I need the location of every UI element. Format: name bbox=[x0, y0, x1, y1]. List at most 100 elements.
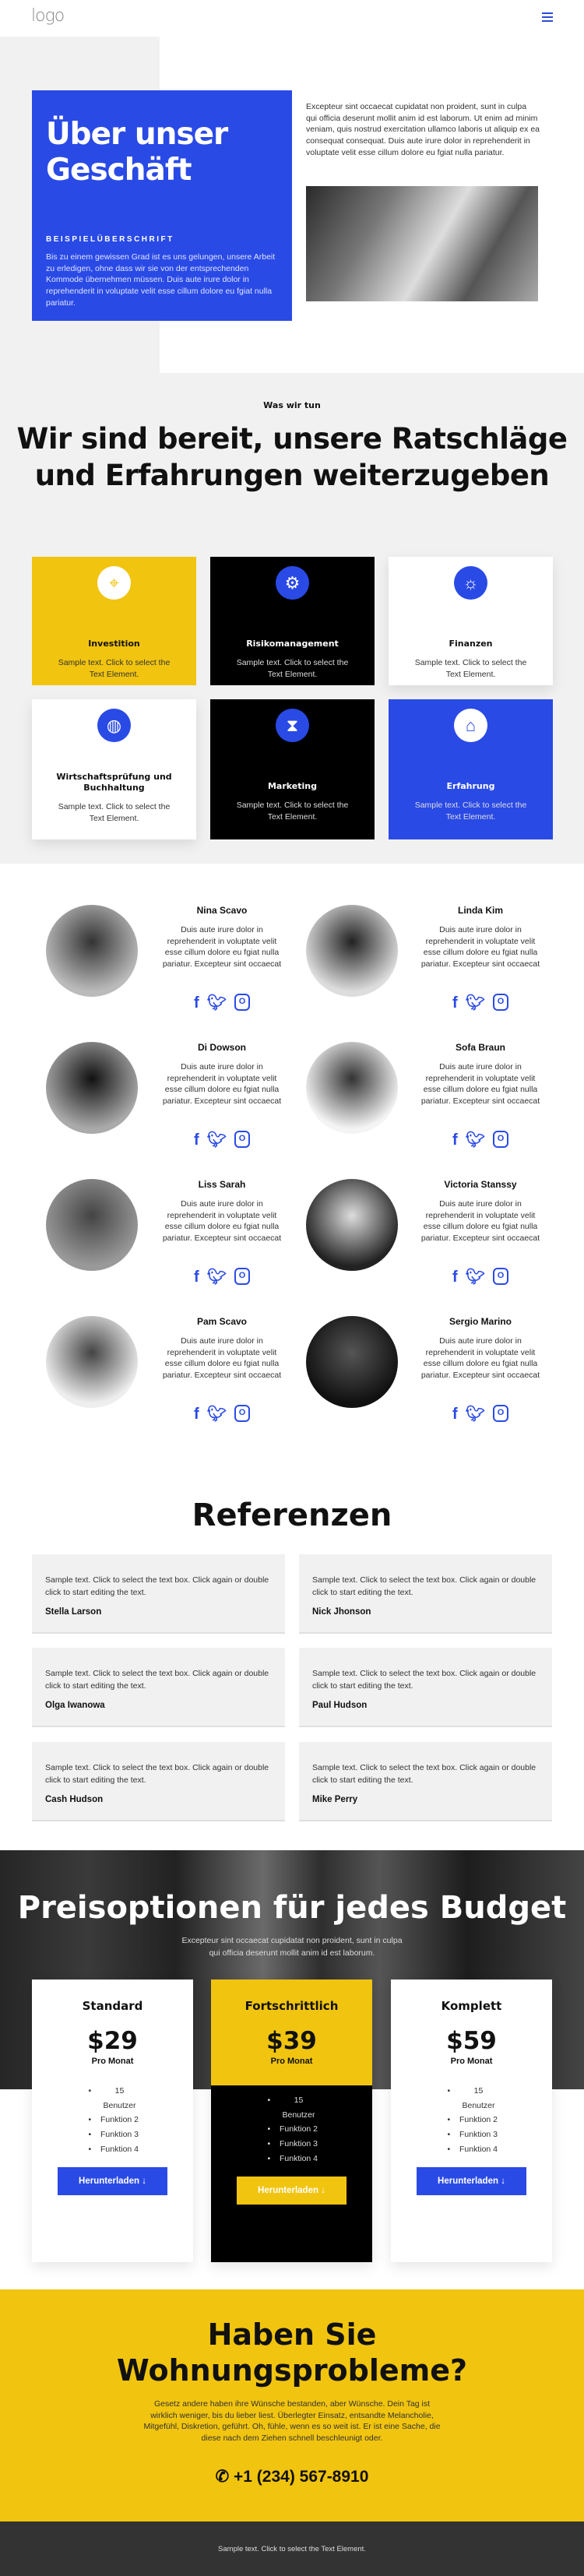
member-photo bbox=[306, 1179, 398, 1271]
testimonial-author: Stella Larson bbox=[45, 1607, 102, 1617]
member-name: Sofa Braun bbox=[455, 1042, 505, 1053]
pricing-subtitle: Excepteur sint occaecat cupidatat non pr… bbox=[181, 1936, 403, 1958]
testimonial-author: Nick Jhonson bbox=[312, 1607, 371, 1617]
phone-icon: ✆ bbox=[215, 2468, 234, 2486]
twitter-icon[interactable]: 🐦︎ bbox=[466, 1268, 485, 1286]
instagram-icon[interactable]: O bbox=[234, 1268, 251, 1285]
lightbulb-icon: ☼ bbox=[454, 566, 487, 600]
plan-feature: 15 Benutzer bbox=[257, 2093, 327, 2122]
hourglass-icon: ⧗ bbox=[276, 709, 309, 742]
about-body: Bis zu einem gewissen Grad ist es uns ge… bbox=[46, 252, 276, 308]
service-card[interactable]: ⌖ Investition Sample text. Click to sele… bbox=[32, 557, 196, 685]
plan-name: Fortschrittlich bbox=[245, 1999, 339, 2013]
plan-price: $59 bbox=[446, 2027, 497, 2055]
member-name: Di Dowson bbox=[198, 1042, 246, 1053]
service-title: Marketing bbox=[267, 781, 317, 791]
facebook-icon[interactable]: f bbox=[452, 1131, 458, 1149]
plan-feature: Funktion 3 bbox=[257, 2137, 327, 2152]
testimonial-card: Sample text. Click to select the text bo… bbox=[299, 1648, 552, 1727]
globe-icon: ◍ bbox=[97, 709, 131, 742]
testimonial-card: Sample text. Click to select the text bo… bbox=[32, 1742, 285, 1821]
member-name: Linda Kim bbox=[457, 905, 503, 916]
service-card[interactable]: ⧗ Marketing Sample text. Click to select… bbox=[210, 699, 375, 839]
testimonial-card: Sample text. Click to select the text bo… bbox=[32, 1554, 285, 1634]
instagram-icon[interactable]: O bbox=[493, 1268, 509, 1285]
service-card[interactable]: ⚙ Risikomanagement Sample text. Click to… bbox=[210, 557, 375, 685]
social-links: f 🐦︎ O bbox=[160, 994, 284, 1012]
plan-name: Standard bbox=[82, 1999, 143, 2013]
member-photo bbox=[46, 1179, 138, 1271]
testimonial-text: Sample text. Click to select the text bo… bbox=[312, 1575, 537, 1597]
plan-feature: Funktion 2 bbox=[78, 2113, 148, 2127]
hamburger-menu-icon[interactable] bbox=[542, 12, 553, 22]
location-pin-icon: ⌖ bbox=[97, 566, 131, 600]
service-text: Sample text. Click to select the Text El… bbox=[58, 658, 171, 679]
member-photo bbox=[46, 1042, 138, 1134]
member-name: Pam Scavo bbox=[196, 1316, 248, 1327]
twitter-icon[interactable]: 🐦︎ bbox=[207, 1131, 227, 1149]
member-bio: Duis aute irure dolor in reprehenderit i… bbox=[420, 1199, 540, 1244]
plan-name: Komplett bbox=[441, 1999, 502, 2013]
member-bio: Duis aute irure dolor in reprehenderit i… bbox=[162, 925, 282, 970]
about-photo bbox=[306, 186, 538, 301]
testimonial-author: Paul Hudson bbox=[312, 1701, 368, 1710]
instagram-icon[interactable]: O bbox=[493, 1131, 509, 1148]
facebook-icon[interactable]: f bbox=[452, 994, 458, 1012]
facebook-icon[interactable]: f bbox=[194, 994, 199, 1012]
member-photo bbox=[46, 1316, 138, 1408]
twitter-icon[interactable]: 🐦︎ bbox=[466, 1405, 485, 1423]
member-bio: Duis aute irure dolor in reprehenderit i… bbox=[420, 925, 540, 970]
twitter-icon[interactable]: 🐦︎ bbox=[207, 1405, 227, 1423]
plan-feature: Funktion 4 bbox=[257, 2152, 327, 2166]
member-name: Victoria Stanssy bbox=[444, 1179, 517, 1190]
service-title: Wirtschaftsprüfung und Buchhaltung bbox=[56, 772, 172, 793]
plan-feature: Funktion 3 bbox=[437, 2127, 507, 2142]
testimonial-card: Sample text. Click to select the text bo… bbox=[299, 1742, 552, 1821]
download-button[interactable]: Herunterladen ↓ bbox=[58, 2166, 167, 2195]
instagram-icon[interactable]: O bbox=[234, 1405, 251, 1422]
testimonial-author: Mike Perry bbox=[312, 1795, 358, 1804]
service-card[interactable]: ☼ Finanzen Sample text. Click to select … bbox=[389, 557, 553, 685]
member-name: Sergio Marino bbox=[449, 1316, 512, 1327]
facebook-icon[interactable]: f bbox=[194, 1268, 199, 1286]
plan-period: Pro Monat bbox=[91, 2057, 134, 2066]
instagram-icon[interactable]: O bbox=[234, 1131, 251, 1148]
plan-features: 15 BenutzerFunktion 2Funktion 3Funktion … bbox=[437, 2084, 507, 2157]
facebook-icon[interactable]: f bbox=[194, 1131, 199, 1149]
facebook-icon[interactable]: f bbox=[452, 1405, 458, 1423]
facebook-icon[interactable]: f bbox=[194, 1405, 199, 1423]
twitter-icon[interactable]: 🐦︎ bbox=[466, 1131, 485, 1149]
plan-features: 15 BenutzerFunktion 2Funktion 3Funktion … bbox=[78, 2084, 148, 2157]
instagram-icon[interactable]: O bbox=[493, 1405, 509, 1422]
plan-features: 15 BenutzerFunktion 2Funktion 3Funktion … bbox=[257, 2093, 327, 2166]
member-bio: Duis aute irure dolor in reprehenderit i… bbox=[420, 1062, 540, 1107]
about-title: Über unser Geschäft bbox=[46, 117, 228, 188]
twitter-icon[interactable]: 🐦︎ bbox=[207, 994, 227, 1012]
facebook-icon[interactable]: f bbox=[452, 1268, 458, 1286]
services-eyebrow: Was wir tun bbox=[263, 400, 321, 410]
plan-price: $29 bbox=[87, 2027, 138, 2055]
member-photo bbox=[306, 1316, 398, 1408]
service-card[interactable]: ◍ Wirtschaftsprüfung und Buchhaltung Sam… bbox=[32, 699, 196, 839]
cta-title: Haben Sie Wohnungsprobleme? bbox=[116, 2317, 468, 2388]
service-text: Sample text. Click to select the Text El… bbox=[414, 658, 527, 679]
download-button[interactable]: Herunterladen ↓ bbox=[417, 2166, 526, 2195]
instagram-icon[interactable]: O bbox=[234, 994, 251, 1011]
plan-feature: Funktion 4 bbox=[78, 2142, 148, 2157]
member-bio: Duis aute irure dolor in reprehenderit i… bbox=[162, 1062, 282, 1107]
house-icon: ⌂ bbox=[454, 709, 487, 742]
twitter-icon[interactable]: 🐦︎ bbox=[466, 994, 485, 1012]
member-photo bbox=[306, 905, 398, 997]
twitter-icon[interactable]: 🐦︎ bbox=[207, 1268, 227, 1286]
service-title: Erfahrung bbox=[446, 781, 495, 791]
service-text: Sample text. Click to select the Text El… bbox=[236, 801, 349, 822]
gear-icon: ⚙ bbox=[276, 566, 309, 600]
logo[interactable]: logo bbox=[31, 6, 65, 26]
service-card[interactable]: ⌂ Erfahrung Sample text. Click to select… bbox=[389, 699, 553, 839]
about-intro: Excepteur sint occaecat cupidatat non pr… bbox=[306, 102, 540, 157]
pricing-card: Komplett $59 Pro Monat 15 BenutzerFunkti… bbox=[391, 1980, 552, 2262]
plan-period: Pro Monat bbox=[270, 2057, 313, 2066]
instagram-icon[interactable]: O bbox=[493, 994, 509, 1011]
phone-link[interactable]: ✆ +1 (234) 567-8910 bbox=[0, 2467, 584, 2486]
download-button[interactable]: Herunterladen ↓ bbox=[237, 2176, 347, 2205]
